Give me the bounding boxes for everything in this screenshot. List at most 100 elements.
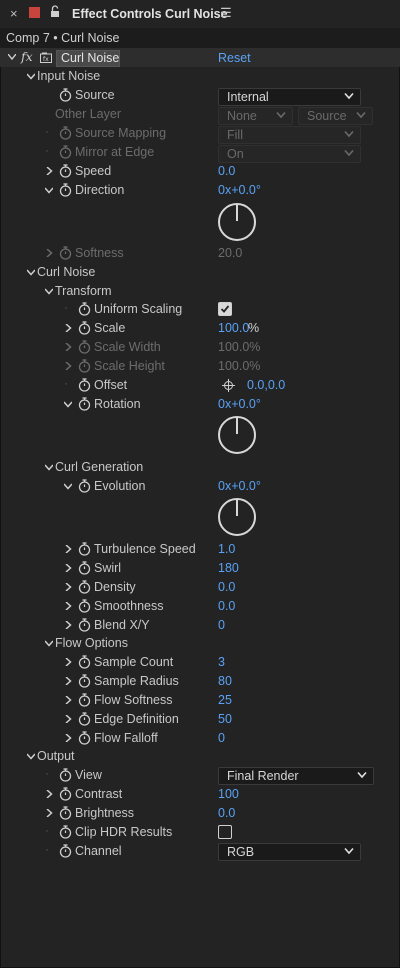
stopwatch-icon[interactable] bbox=[78, 479, 91, 493]
dial-hand bbox=[236, 205, 238, 221]
twirl-closed-icon[interactable] bbox=[64, 658, 72, 666]
twirl-closed-icon[interactable] bbox=[45, 167, 53, 175]
uniform-scaling-checkbox[interactable] bbox=[218, 302, 232, 316]
direction-value[interactable]: 0x+0.0° bbox=[218, 183, 261, 197]
twirl-closed-icon[interactable] bbox=[64, 602, 72, 610]
stopwatch-icon[interactable] bbox=[78, 731, 91, 745]
twirl-closed-icon[interactable] bbox=[64, 677, 72, 685]
twirl-closed-icon[interactable] bbox=[64, 362, 72, 370]
twirl-closed-icon[interactable] bbox=[45, 249, 53, 257]
twirl-closed-icon[interactable] bbox=[64, 696, 72, 704]
flow-softness-value[interactable]: 25 bbox=[218, 693, 232, 707]
twirl-closed-icon[interactable] bbox=[64, 545, 72, 553]
softness-label: Softness bbox=[75, 246, 124, 260]
panel-menu-icon[interactable]: ☰ bbox=[220, 5, 232, 21]
clip-hdr-checkbox[interactable] bbox=[218, 825, 232, 839]
sample-radius-value[interactable]: 80 bbox=[218, 674, 232, 688]
stopwatch-icon[interactable] bbox=[78, 712, 91, 726]
channel-label: Channel bbox=[75, 844, 122, 858]
flow-falloff-value[interactable]: 0 bbox=[218, 731, 225, 745]
twirl-open-icon[interactable] bbox=[27, 72, 35, 80]
channel-dropdown[interactable]: RGB bbox=[218, 843, 361, 861]
sample-count-value[interactable]: 3 bbox=[218, 655, 225, 669]
stopwatch-icon[interactable] bbox=[59, 246, 72, 260]
fx-toggle-icon[interactable]: fx bbox=[21, 49, 33, 64]
source-dropdown[interactable]: Internal bbox=[218, 88, 361, 106]
stopwatch-icon[interactable] bbox=[59, 126, 72, 140]
turbulence-speed-value[interactable]: 1.0 bbox=[218, 542, 235, 556]
blend-xy-value[interactable]: 0 bbox=[218, 618, 225, 632]
lock-icon[interactable] bbox=[50, 5, 60, 18]
twirl-open-icon[interactable] bbox=[27, 752, 35, 760]
stopwatch-icon[interactable] bbox=[78, 542, 91, 556]
dial-hand bbox=[236, 418, 238, 434]
brightness-value[interactable]: 0.0 bbox=[218, 806, 235, 820]
rotation-value[interactable]: 0x+0.0° bbox=[218, 397, 261, 411]
twirl-open-icon[interactable] bbox=[45, 463, 53, 471]
twirl-closed-icon[interactable] bbox=[45, 809, 53, 817]
stopwatch-icon[interactable] bbox=[59, 844, 72, 858]
stopwatch-icon[interactable] bbox=[59, 768, 72, 782]
twirl-open-icon[interactable] bbox=[64, 482, 72, 490]
stopwatch-icon[interactable] bbox=[78, 378, 91, 392]
stopwatch-icon[interactable] bbox=[59, 145, 72, 159]
stopwatch-icon[interactable] bbox=[78, 580, 91, 594]
stopwatch-icon[interactable] bbox=[59, 825, 72, 839]
group-input-noise: Input Noise bbox=[37, 69, 101, 83]
stopwatch-icon[interactable] bbox=[78, 359, 91, 373]
stopwatch-icon[interactable] bbox=[78, 397, 91, 411]
twirl-closed-icon[interactable] bbox=[64, 734, 72, 742]
density-value[interactable]: 0.0 bbox=[218, 580, 235, 594]
twirl-closed-icon[interactable] bbox=[64, 324, 72, 332]
twirl-open-icon[interactable] bbox=[45, 186, 53, 194]
chevron-down-icon bbox=[344, 130, 354, 138]
smoothness-value[interactable]: 0.0 bbox=[218, 599, 235, 613]
stopwatch-icon[interactable] bbox=[78, 302, 91, 316]
stopwatch-icon[interactable] bbox=[59, 787, 72, 801]
view-dropdown[interactable]: Final Render bbox=[218, 767, 374, 785]
scale-value[interactable]: 100.0 bbox=[218, 321, 249, 335]
stopwatch-icon[interactable] bbox=[59, 806, 72, 820]
stopwatch-icon[interactable] bbox=[59, 88, 72, 102]
group-curl-generation: Curl Generation bbox=[55, 460, 144, 474]
twirl-open-icon[interactable] bbox=[45, 287, 53, 295]
twirl-open-icon[interactable] bbox=[64, 400, 72, 408]
stopwatch-icon[interactable] bbox=[78, 655, 91, 669]
close-icon[interactable]: × bbox=[10, 6, 18, 21]
twirl-closed-icon[interactable] bbox=[64, 715, 72, 723]
contrast-value[interactable]: 100 bbox=[218, 787, 239, 801]
evolution-dial[interactable] bbox=[218, 498, 256, 536]
swirl-value[interactable]: 180 bbox=[218, 561, 239, 575]
twirl-closed-icon[interactable] bbox=[64, 343, 72, 351]
twirl-closed-icon[interactable] bbox=[45, 790, 53, 798]
stopwatch-icon[interactable] bbox=[78, 693, 91, 707]
speed-value[interactable]: 0.0 bbox=[218, 164, 235, 178]
scale-height-value: 100.0% bbox=[218, 359, 261, 373]
evolution-label: Evolution bbox=[94, 479, 146, 493]
offset-value[interactable]: 0.0,0.0 bbox=[247, 378, 285, 392]
stopwatch-icon[interactable] bbox=[59, 183, 72, 197]
twirl-closed-icon[interactable] bbox=[64, 583, 72, 591]
twirl-closed-icon[interactable] bbox=[64, 564, 72, 572]
crosshair-icon[interactable] bbox=[222, 379, 235, 392]
rotation-dial[interactable] bbox=[218, 416, 256, 454]
stopwatch-icon[interactable] bbox=[59, 164, 72, 178]
direction-dial[interactable] bbox=[218, 203, 256, 241]
stopwatch-icon[interactable] bbox=[78, 561, 91, 575]
indent-dot: · bbox=[64, 376, 68, 390]
brightness-label: Brightness bbox=[75, 806, 135, 820]
twirl-open-icon[interactable] bbox=[27, 268, 35, 276]
twirl-open-icon[interactable] bbox=[45, 639, 53, 647]
offset-label: Offset bbox=[94, 378, 128, 392]
stopwatch-icon[interactable] bbox=[78, 340, 91, 354]
edge-definition-value[interactable]: 50 bbox=[218, 712, 232, 726]
stopwatch-icon[interactable] bbox=[78, 618, 91, 632]
evolution-value[interactable]: 0x+0.0° bbox=[218, 479, 261, 493]
twirl-closed-icon[interactable] bbox=[64, 621, 72, 629]
group-curl-noise: Curl Noise bbox=[37, 265, 96, 279]
reset-button[interactable]: Reset bbox=[218, 51, 251, 65]
stopwatch-icon[interactable] bbox=[78, 674, 91, 688]
stopwatch-icon[interactable] bbox=[78, 599, 91, 613]
twirl-open-icon[interactable] bbox=[8, 54, 16, 60]
stopwatch-icon[interactable] bbox=[78, 321, 91, 335]
